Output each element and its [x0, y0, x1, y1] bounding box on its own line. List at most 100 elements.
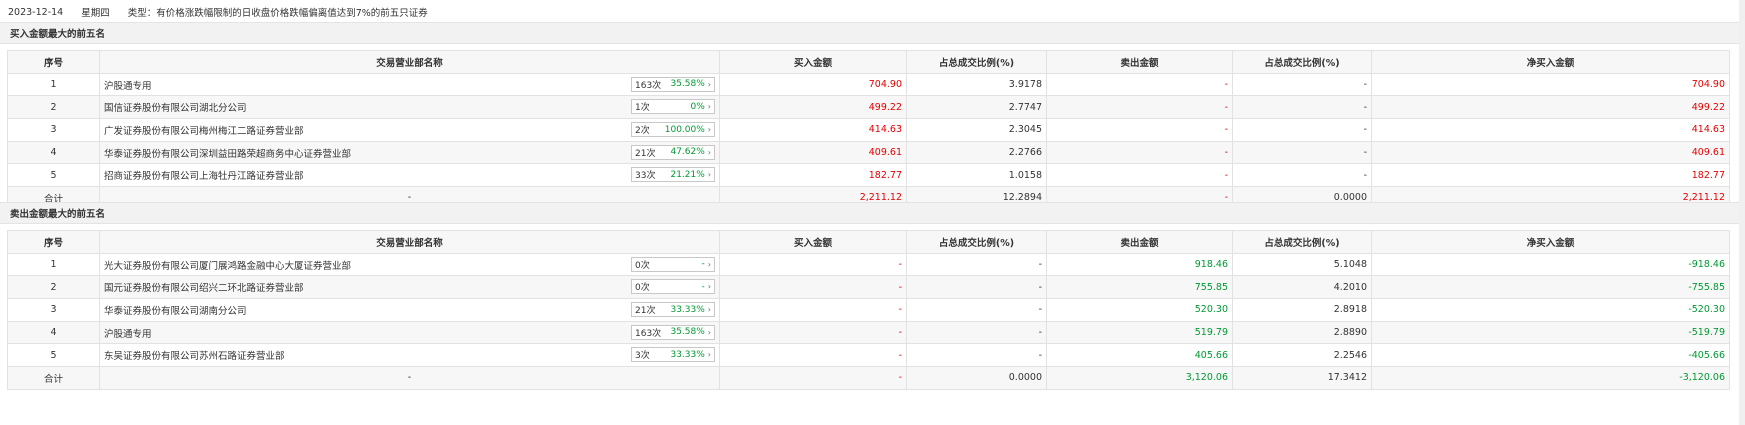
win-rate: 21.21%: [670, 169, 705, 180]
appearance-count: 21次: [635, 148, 656, 159]
column-header: 占总成交比例(%): [1232, 230, 1372, 254]
appearance-count: 3次: [635, 351, 650, 362]
broker-stats-badge[interactable]: 0次 - ›: [631, 279, 715, 295]
broker-stats-badge[interactable]: 33次 21.21% ›: [631, 167, 715, 183]
broker-name-cell: 广发证券股份有限公司梅州梅江二路证券营业部 2次 100.00% ›: [99, 118, 720, 142]
rank-cell: 4: [7, 140, 100, 165]
broker-name[interactable]: 国元证券股份有限公司绍兴二环北路证券营业部: [104, 280, 304, 294]
table-header-row: 序号 交易营业部名称 买入金额 占总成交比例(%) 卖出金额 占总成交比例(%) 净买入金额: [7, 50, 1730, 74]
column-header: 买入金额: [719, 230, 907, 254]
trade-date: 2023-12-14: [8, 6, 64, 18]
broker-name[interactable]: 华泰证券股份有限公司湖南分公司: [104, 303, 247, 317]
column-header: 交易营业部名称: [99, 230, 720, 254]
buy-amount-cell: 414.63: [719, 118, 907, 142]
rank-cell: 5: [7, 163, 100, 188]
win-rate: -: [701, 259, 705, 270]
broker-stats-badge[interactable]: 21次 33.33% ›: [631, 302, 715, 318]
win-rate: 0%: [690, 101, 705, 112]
sell-amount-cell: -: [1046, 118, 1233, 142]
broker-stats-badge[interactable]: 0次 - ›: [631, 256, 715, 272]
sell-section-title-text: 卖出金额最大的前五名: [10, 209, 106, 220]
broker-name-cell: 东吴证券股份有限公司苏州石路证券营业部 3次 33.33% ›: [99, 343, 720, 368]
chevron-right-icon: ›: [707, 305, 711, 315]
sell-ratio-cell: -: [1232, 140, 1372, 165]
broker-name-cell: 光大证券股份有限公司厦门展鸿路金融中心大厦证券营业部 0次 - ›: [99, 252, 720, 277]
broker-stats-badge[interactable]: 1次 0% ›: [631, 99, 715, 115]
table-row: 1 光大证券股份有限公司厦门展鸿路金融中心大厦证券营业部 0次 - › - -918.46 5…: [7, 252, 1730, 277]
buy-ratio-cell: 3.9178: [906, 72, 1047, 97]
column-header: 序号: [7, 230, 100, 254]
table-row: 5 招商证券股份有限公司上海牡丹江路证券营业部 33次 21.21% › 182.77 1.…: [7, 163, 1730, 188]
broker-name[interactable]: 华泰证券股份有限公司深圳益田路荣超商务中心证券营业部: [104, 146, 351, 160]
broker-stats-badge[interactable]: 21次 47.62% ›: [631, 144, 715, 160]
rank-cell: 3: [7, 118, 100, 142]
buy-amount-cell: -: [719, 275, 907, 300]
sell-amount-cell: -: [1046, 163, 1233, 188]
column-header: 占总成交比例(%): [906, 50, 1047, 74]
chevron-right-icon: ›: [707, 102, 711, 112]
win-rate: 33.33%: [670, 349, 705, 360]
sell-ratio-cell: 4.2010: [1232, 275, 1372, 300]
sell-amount-cell: 519.79: [1046, 320, 1233, 345]
column-header: 净买入金额: [1371, 50, 1730, 74]
column-header: 卖出金额: [1046, 230, 1233, 254]
broker-stats-badge[interactable]: 163次 35.58% ›: [631, 76, 715, 92]
rank-cell: 1: [7, 72, 100, 97]
vertical-scrollbar[interactable]: [1739, 0, 1745, 425]
broker-name-cell: 招商证券股份有限公司上海牡丹江路证券营业部 33次 21.21% ›: [99, 163, 720, 188]
buy-ratio-cell: -: [906, 320, 1047, 345]
buy-section-title: 买入金额最大的前五名: [0, 22, 1740, 44]
buy-ratio-cell: -: [906, 343, 1047, 368]
broker-name[interactable]: 国信证券股份有限公司湖北分公司: [104, 100, 247, 114]
buy-ratio-cell: -: [906, 298, 1047, 322]
net-amount-cell: -520.30: [1371, 298, 1730, 322]
buy-ratio-cell: -: [906, 252, 1047, 277]
column-header: 占总成交比例(%): [1232, 50, 1372, 74]
broker-name[interactable]: 招商证券股份有限公司上海牡丹江路证券营业部: [104, 168, 304, 182]
net-amount-cell: 704.90: [1371, 72, 1730, 97]
chevron-right-icon: ›: [707, 282, 711, 292]
total-label: 合计: [7, 366, 100, 390]
rank-cell: 2: [7, 95, 100, 120]
buy-section-title-text: 买入金额最大的前五名: [10, 29, 106, 40]
sell-section-title: 卖出金额最大的前五名: [0, 202, 1740, 224]
win-rate: -: [701, 281, 705, 292]
column-header: 卖出金额: [1046, 50, 1233, 74]
sell-ratio-cell: -: [1232, 95, 1372, 120]
broker-name[interactable]: 沪股通专用: [104, 78, 152, 92]
rank-cell: 4: [7, 320, 100, 345]
appearance-count: 0次: [635, 283, 650, 294]
total-buy-cell: -: [719, 366, 907, 390]
broker-stats-badge[interactable]: 3次 33.33% ›: [631, 347, 715, 363]
sell-amount-cell: 405.66: [1046, 343, 1233, 368]
broker-name[interactable]: 沪股通专用: [104, 326, 152, 340]
sell-amount-cell: -: [1046, 72, 1233, 97]
buy-top5-table: 序号 交易营业部名称 买入金额 占总成交比例(%) 卖出金额 占总成交比例(%) 净买入金额…: [7, 50, 1730, 210]
broker-stats-badge[interactable]: 2次 100.00% ›: [631, 122, 715, 138]
net-amount-cell: -918.46: [1371, 252, 1730, 277]
total-sell-ratio-cell: 17.3412: [1232, 366, 1372, 390]
column-header: 买入金额: [719, 50, 907, 74]
broker-stats-badge[interactable]: 163次 35.58% ›: [631, 324, 715, 340]
total-row: 合计 - -0.0000 3,120.06 17.3412 -3,120.06: [7, 366, 1730, 390]
broker-name[interactable]: 光大证券股份有限公司厦门展鸿路金融中心大厦证券营业部: [104, 258, 351, 272]
column-header: 序号: [7, 50, 100, 74]
sell-ratio-cell: 2.8890: [1232, 320, 1372, 345]
sell-top5-table: 序号 交易营业部名称 买入金额 占总成交比例(%) 卖出金额 占总成交比例(%) 净买入金额…: [7, 230, 1730, 390]
appearance-count: 163次: [635, 80, 662, 91]
broker-name-cell: 沪股通专用 163次 35.58% ›: [99, 72, 720, 97]
column-header: 净买入金额: [1371, 230, 1730, 254]
broker-name-cell: 华泰证券股份有限公司深圳益田路荣超商务中心证券营业部 21次 47.62% ›: [99, 140, 720, 165]
net-amount-cell: 414.63: [1371, 118, 1730, 142]
broker-name[interactable]: 广发证券股份有限公司梅州梅江二路证券营业部: [104, 123, 304, 137]
net-amount-cell: -405.66: [1371, 343, 1730, 368]
appearance-count: 21次: [635, 306, 656, 317]
sell-ratio-cell: 2.2546: [1232, 343, 1372, 368]
broker-name[interactable]: 东吴证券股份有限公司苏州石路证券营业部: [104, 348, 285, 362]
table-row: 2 国信证券股份有限公司湖北分公司 1次 0% › 499.22 2.7747- -499.2…: [7, 95, 1730, 120]
sell-amount-cell: -: [1046, 140, 1233, 165]
win-rate: 33.33%: [670, 304, 705, 315]
table-row: 5 东吴证券股份有限公司苏州石路证券营业部 3次 33.33% › - -405.66 2.2…: [7, 343, 1730, 368]
sell-ratio-cell: 5.1048: [1232, 252, 1372, 277]
buy-amount-cell: 409.61: [719, 140, 907, 165]
